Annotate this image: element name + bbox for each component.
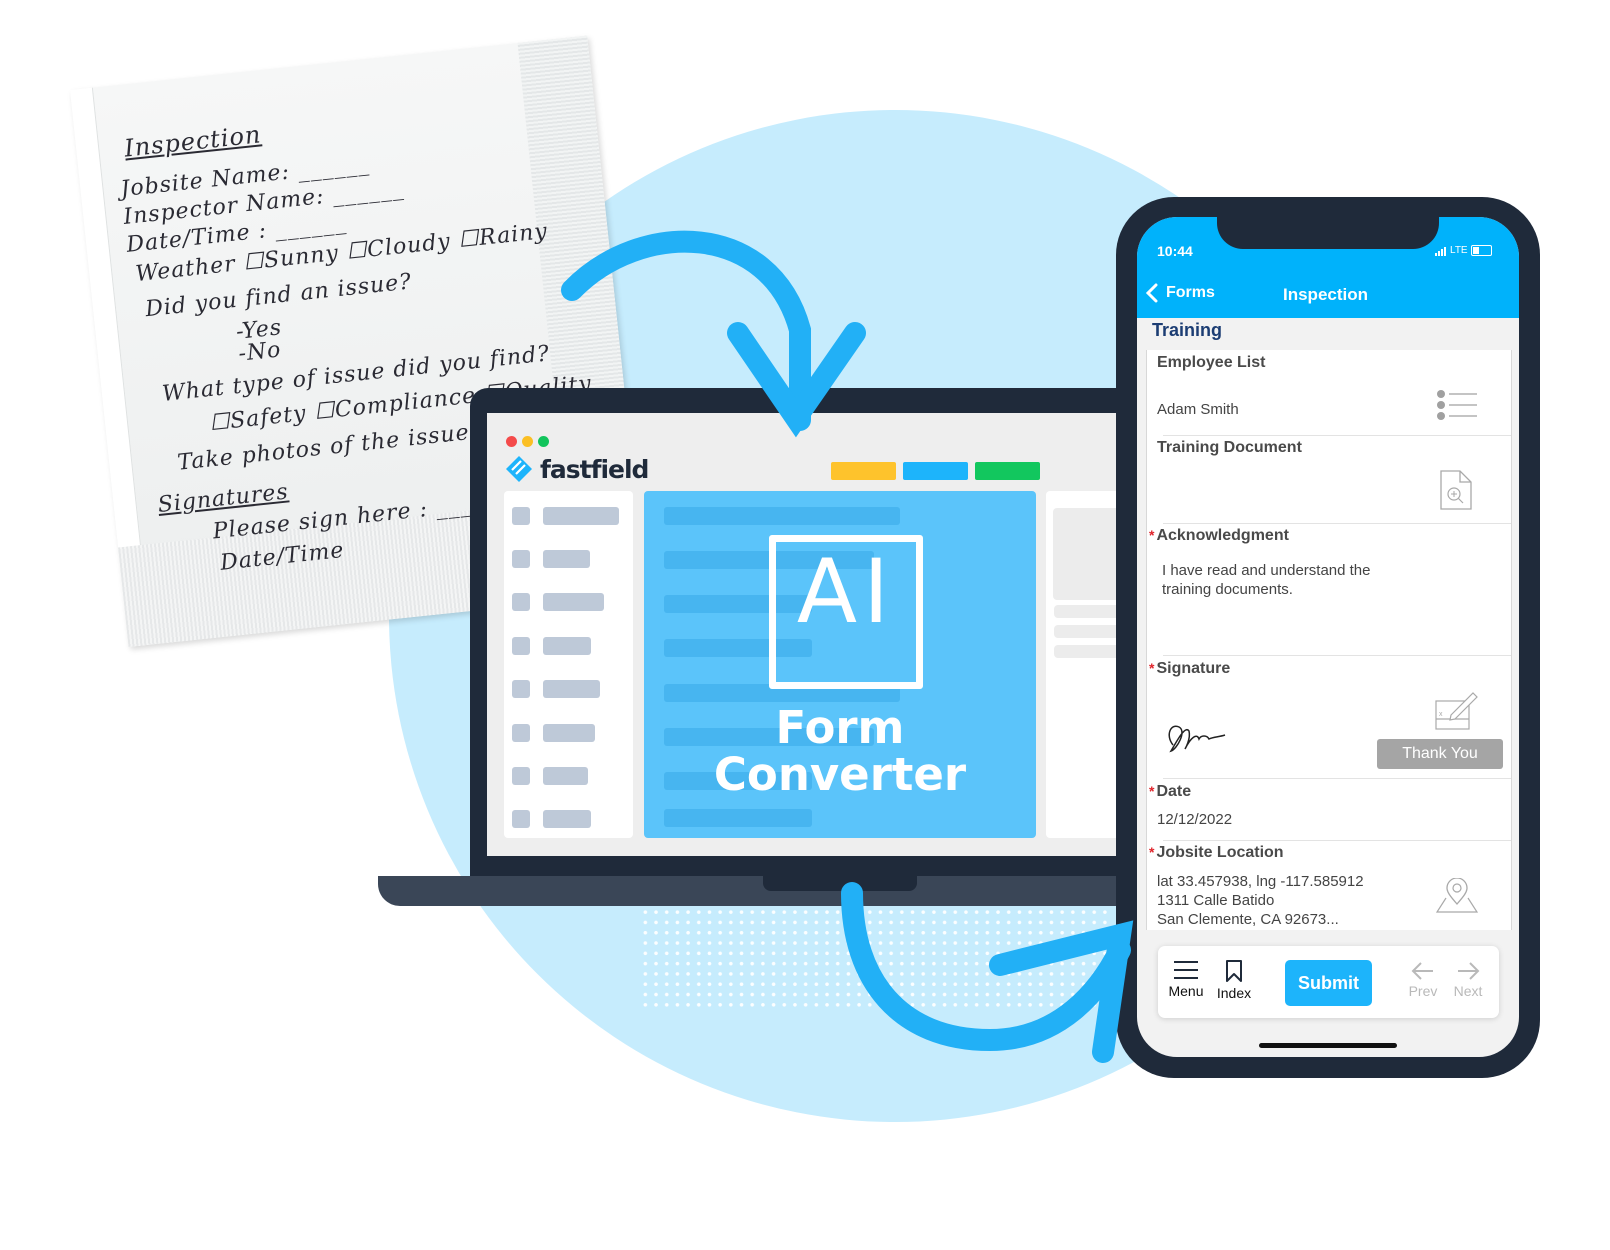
back-button[interactable]: Forms — [1146, 283, 1215, 303]
divider — [1163, 655, 1511, 656]
next-label: Next — [1453, 983, 1483, 999]
window-maximize-dot[interactable] — [538, 436, 549, 447]
phone-screen: 10:44 LTE Forms Inspection Training Empl… — [1137, 217, 1519, 1057]
sidebar-item[interactable] — [543, 724, 595, 742]
sidebar-item[interactable] — [543, 767, 588, 785]
sidebar-item[interactable] — [543, 507, 619, 525]
arrow-right-icon — [1458, 962, 1480, 980]
submit-button[interactable]: Submit — [1285, 960, 1372, 1006]
toolbar-button-blue[interactable] — [903, 462, 968, 480]
divider — [1163, 523, 1511, 524]
next-button[interactable]: Next — [1450, 962, 1486, 999]
ai-label: AI — [796, 540, 896, 643]
field-label-jobsite-location: * Jobsite Location — [1149, 844, 1284, 862]
bookmark-icon — [1226, 960, 1242, 982]
field-label-training-document: Training Document — [1157, 439, 1302, 456]
app-sidebar — [504, 491, 633, 838]
sidebar-item-icon — [512, 550, 530, 568]
chevron-left-icon — [1146, 283, 1158, 303]
required-marker: * — [1149, 527, 1155, 543]
label-text: Date — [1156, 783, 1192, 800]
sidebar-item-icon — [512, 637, 530, 655]
bottom-toolbar: Menu Index Submit Prev Next — [1158, 946, 1499, 1018]
svg-text:x: x — [1439, 711, 1443, 718]
fastfield-logo-icon — [506, 456, 532, 482]
signature-drawing[interactable] — [1163, 715, 1233, 755]
acknowledgment-text: I have read and understand the training … — [1162, 562, 1371, 598]
hamburger-menu-icon — [1174, 961, 1198, 979]
brand-name: fastfield — [540, 454, 649, 484]
sidebar-item-icon — [512, 810, 530, 828]
dot-pattern — [640, 907, 1110, 1007]
laptop-notch — [763, 876, 917, 891]
back-label: Forms — [1166, 284, 1215, 301]
window-close-dot[interactable] — [506, 436, 517, 447]
location-city: San Clemente, CA 92673... — [1157, 911, 1339, 928]
placeholder-bar — [664, 507, 900, 525]
prev-label: Prev — [1408, 983, 1438, 999]
document-zoom-icon[interactable] — [1440, 470, 1472, 510]
index-label: Index — [1216, 985, 1252, 1001]
menu-button[interactable]: Menu — [1166, 960, 1206, 999]
location-coordinates: lat 33.457938, lng -117.585912 — [1157, 873, 1364, 890]
field-label-acknowledgment: * Acknowledgment — [1149, 527, 1289, 545]
toolbar-button-yellow[interactable] — [831, 462, 896, 480]
phone-notch — [1217, 217, 1439, 249]
required-marker: * — [1149, 660, 1155, 676]
window-minimize-dot[interactable] — [522, 436, 533, 447]
home-indicator[interactable] — [1259, 1043, 1397, 1048]
location-street: 1311 Calle Batido — [1157, 892, 1275, 909]
sidebar-item-icon — [512, 767, 530, 785]
index-button[interactable]: Index — [1214, 960, 1254, 1001]
list-icon[interactable] — [1437, 390, 1479, 420]
form-card: Employee List Adam Smith Training Docume… — [1146, 350, 1512, 930]
sidebar-item[interactable] — [543, 550, 590, 568]
sidebar-item[interactable] — [543, 810, 591, 828]
location-value[interactable]: lat 33.457938, lng -117.585912 1311 Call… — [1157, 872, 1364, 929]
form-converter-title: Form Converter — [660, 704, 1020, 798]
napkin-line: -No — [237, 337, 283, 367]
field-label-date: * Date — [1149, 783, 1191, 801]
sidebar-item-icon — [512, 593, 530, 611]
sidebar-item[interactable] — [543, 593, 604, 611]
toolbar-button-green[interactable] — [975, 462, 1040, 480]
date-value[interactable]: 12/12/2022 — [1157, 810, 1232, 829]
label-text: Acknowledgment — [1156, 527, 1289, 544]
field-label-signature: * Signature — [1149, 660, 1230, 678]
battery-icon — [1470, 245, 1492, 256]
field-label-employee-list: Employee List — [1157, 354, 1266, 371]
signal-icon — [1435, 245, 1447, 256]
required-marker: * — [1149, 844, 1155, 860]
menu-label: Menu — [1168, 983, 1204, 999]
sidebar-item-icon — [512, 680, 530, 698]
title-line-1: Form — [775, 701, 905, 754]
sidebar-item[interactable] — [543, 680, 600, 698]
divider — [1163, 435, 1511, 436]
label-text: Jobsite Location — [1156, 844, 1284, 861]
nav-title: Inspection — [1283, 285, 1369, 304]
sidebar-item-icon — [512, 507, 530, 525]
thank-you-button[interactable]: Thank You — [1377, 739, 1503, 769]
placeholder-bar — [664, 809, 812, 827]
napkin-line: Signatures — [156, 479, 290, 519]
network-label: LTE — [1450, 245, 1468, 256]
divider — [1163, 778, 1511, 779]
label-text: Signature — [1156, 660, 1231, 677]
map-pin-icon[interactable] — [1436, 878, 1478, 914]
employee-list-value[interactable]: Adam Smith — [1157, 400, 1239, 419]
signature-pad-icon[interactable]: x — [1435, 689, 1479, 731]
sidebar-item[interactable] — [543, 637, 591, 655]
required-marker: * — [1149, 783, 1155, 799]
prev-button[interactable]: Prev — [1405, 962, 1441, 999]
status-indicators: LTE — [1435, 245, 1492, 256]
fastfield-brand: fastfield — [504, 454, 649, 484]
sidebar-item-icon — [512, 724, 530, 742]
section-title: Training — [1152, 320, 1223, 340]
status-time: 10:44 — [1157, 243, 1193, 259]
napkin-title: Inspection — [122, 120, 263, 163]
divider — [1163, 840, 1511, 841]
title-line-2: Converter — [713, 748, 967, 801]
arrow-left-icon — [1411, 962, 1433, 980]
